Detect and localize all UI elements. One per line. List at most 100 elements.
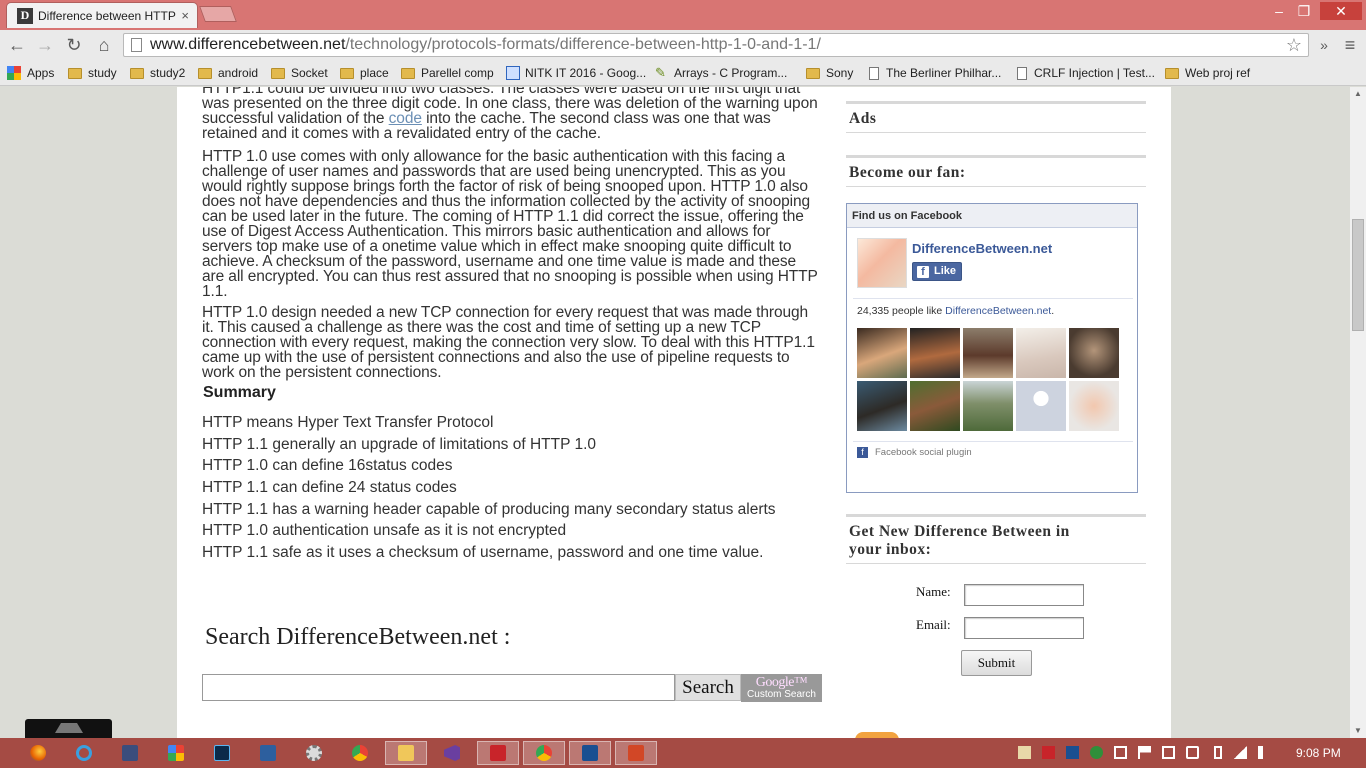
tray-display-icon[interactable]	[1162, 746, 1175, 759]
ads-heading: Ads	[849, 110, 877, 127]
bookmark-label: CRLF Injection | Test...	[1034, 66, 1155, 80]
powerpoint-icon[interactable]	[615, 741, 657, 765]
like-count-suffix: .	[1051, 305, 1055, 317]
facebook-like-button[interactable]: f Like	[912, 262, 962, 281]
fan-avatar[interactable]	[1016, 381, 1066, 431]
new-tab-button[interactable]	[199, 6, 237, 22]
browser-tab-active[interactable]: D Difference between HTTP ×	[6, 2, 198, 28]
tray-acrobat-icon[interactable]	[1042, 746, 1055, 759]
bookmark-sony[interactable]: Sony	[806, 64, 853, 82]
fan-avatar[interactable]	[910, 381, 960, 431]
scroll-down-arrow-icon[interactable]: ▼	[1350, 724, 1366, 738]
tray-network-icon[interactable]	[1090, 746, 1103, 759]
tray-keyboard-icon[interactable]	[1114, 746, 1127, 759]
tray-device-icon[interactable]	[1186, 746, 1199, 759]
bookmark-label: Apps	[27, 66, 55, 80]
url-host: www.differencebetween.net	[150, 36, 346, 53]
network-icon[interactable]	[252, 741, 284, 765]
page-thumbnail[interactable]	[857, 238, 907, 288]
url-path: /technology/protocols-formats/difference…	[345, 36, 821, 53]
facebook-page-name[interactable]: DifferenceBetween.net	[912, 241, 1052, 256]
tab-close-icon[interactable]: ×	[181, 8, 189, 23]
bookmark-arrays[interactable]: ✎ Arrays - C Program...	[655, 64, 787, 82]
bookmark-place[interactable]: place	[340, 64, 389, 82]
newsletter-heading: Get New Difference Between in your inbox:	[849, 523, 1070, 559]
scroll-up-arrow-icon[interactable]: ▲	[1350, 87, 1366, 101]
page-icon	[131, 38, 142, 52]
name-field[interactable]	[964, 584, 1084, 606]
search-button[interactable]: Search	[675, 674, 741, 701]
facebook-like-box: Find us on Facebook DifferenceBetween.ne…	[846, 203, 1138, 493]
extensions-overflow-button[interactable]: »	[1312, 33, 1336, 57]
visual-studio-icon[interactable]	[436, 741, 468, 765]
fan-avatar[interactable]	[910, 328, 960, 378]
site-favicon-icon: D	[17, 7, 33, 24]
fan-avatar[interactable]	[1069, 381, 1119, 431]
media-icon[interactable]	[114, 741, 146, 765]
fan-avatar[interactable]	[1016, 328, 1066, 378]
bookmark-study2[interactable]: study2	[130, 64, 185, 82]
bookmark-berliner[interactable]: The Berliner Philhar...	[869, 64, 1001, 82]
acrobat-icon[interactable]	[477, 741, 519, 765]
ie-icon[interactable]	[68, 741, 100, 765]
home-button[interactable]: ⌂	[92, 33, 116, 57]
facebook-box-header: Find us on Facebook	[847, 204, 1137, 228]
bookmark-crlf[interactable]: CRLF Injection | Test...	[1017, 64, 1155, 82]
explorer-icon[interactable]	[385, 741, 427, 765]
chrome-menu-button[interactable]: ≡	[1338, 33, 1362, 57]
battery-icon[interactable]	[1214, 746, 1222, 759]
summary-heading: Summary	[203, 384, 276, 401]
reload-button[interactable]: ↻	[62, 33, 86, 57]
bookmark-label: Arrays - C Program...	[674, 66, 788, 80]
windows-media-icon[interactable]	[569, 741, 611, 765]
firefox-icon[interactable]	[22, 741, 54, 765]
back-button[interactable]: ←	[5, 33, 29, 57]
fan-avatar[interactable]	[1069, 328, 1119, 378]
page-scrollbar[interactable]: ▲ ▼	[1350, 87, 1366, 738]
wifi-signal-icon[interactable]	[1234, 746, 1247, 759]
chrome-active-icon[interactable]	[523, 741, 565, 765]
bookmark-label: study2	[150, 66, 186, 80]
email-label: Email:	[916, 617, 951, 632]
taskbar-clock[interactable]: 9:08 PM	[1296, 746, 1341, 760]
tray-flag-icon[interactable]	[1138, 746, 1151, 759]
arrays-icon: ✎	[655, 65, 666, 80]
submit-button[interactable]: Submit	[961, 650, 1032, 676]
photoshop-icon[interactable]	[206, 741, 238, 765]
fan-avatar[interactable]	[963, 328, 1013, 378]
volume-icon[interactable]	[1258, 746, 1271, 759]
tray-app-icon[interactable]	[1018, 746, 1031, 759]
bookmark-label: The Berliner Philhar...	[886, 66, 1002, 80]
bookmark-socket[interactable]: Socket	[271, 64, 328, 82]
address-bar[interactable]: www.differencebetween.net/technology/pro…	[123, 33, 1309, 57]
tray-app-icon[interactable]	[1066, 746, 1079, 759]
settings-icon[interactable]	[298, 741, 330, 765]
folder-icon	[401, 67, 415, 79]
chrome-icon[interactable]	[344, 741, 376, 765]
fan-avatar[interactable]	[857, 328, 907, 378]
office-icon[interactable]	[160, 741, 192, 765]
fan-avatar[interactable]	[857, 381, 907, 431]
bookmark-web-proj-ref[interactable]: Web proj ref	[1165, 64, 1250, 82]
floating-share-bar[interactable]	[25, 719, 112, 738]
browser-toolbar: ← → ↻ ⌂ www.differencebetween.net/techno…	[0, 30, 1366, 60]
scrollbar-thumb[interactable]	[1352, 219, 1364, 331]
bookmark-android[interactable]: android	[198, 64, 258, 82]
email-field[interactable]	[964, 617, 1084, 639]
bookmark-label: Sony	[826, 66, 854, 80]
forward-button[interactable]: →	[33, 33, 57, 57]
custom-search-label: Custom Search	[747, 689, 816, 700]
google-logo: Google™	[755, 675, 808, 690]
bookmark-star-icon[interactable]: ☆	[1286, 34, 1302, 56]
bookmark-study[interactable]: study	[68, 64, 117, 82]
minimize-button[interactable]: –	[1268, 2, 1290, 20]
bookmark-label: Web proj ref	[1185, 66, 1251, 80]
bookmark-apps[interactable]: Apps	[7, 64, 54, 82]
fan-avatar[interactable]	[963, 381, 1013, 431]
bookmark-parellel-comp[interactable]: Parellel comp	[401, 64, 494, 82]
bookmark-nitk[interactable]: NITK IT 2016 - Goog...	[506, 64, 646, 82]
facebook-page-link[interactable]: DifferenceBetween.net	[945, 305, 1051, 317]
restore-button[interactable]: ❐	[1292, 2, 1316, 20]
close-window-button[interactable]: ✕	[1320, 2, 1362, 20]
site-search-input[interactable]	[202, 674, 675, 701]
